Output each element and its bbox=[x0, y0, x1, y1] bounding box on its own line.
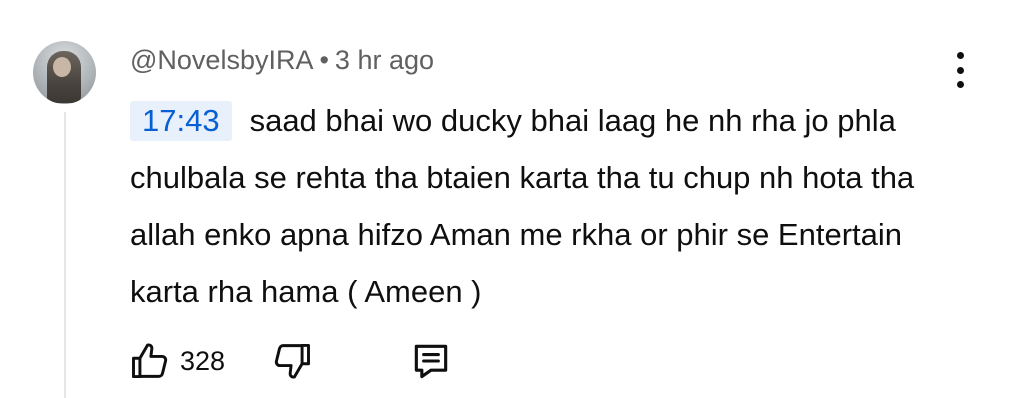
thread-line bbox=[64, 112, 66, 398]
reply-button[interactable] bbox=[409, 339, 453, 383]
avatar[interactable] bbox=[33, 41, 96, 104]
thumbs-down-icon bbox=[274, 343, 311, 379]
more-options-button[interactable] bbox=[954, 52, 966, 88]
like-button[interactable]: 328 bbox=[128, 339, 225, 383]
author-name[interactable]: @NovelsbyIRA bbox=[130, 45, 313, 75]
comment-icon bbox=[414, 344, 448, 379]
comment-body: 17:43 saad bhai wo ducky bhai laag he nh … bbox=[130, 92, 970, 320]
comment-text: saad bhai wo ducky bhai laag he nh rha j… bbox=[130, 103, 915, 309]
comment-header: @NovelsbyIRA • 3 hr ago bbox=[130, 45, 434, 76]
dislike-button[interactable] bbox=[270, 339, 314, 383]
thumbs-up-icon bbox=[132, 343, 168, 379]
comment-time[interactable]: 3 hr ago bbox=[335, 45, 434, 75]
avatar-face bbox=[53, 57, 71, 77]
timestamp-link[interactable]: 17:43 bbox=[130, 101, 232, 141]
more-vertical-icon bbox=[956, 52, 964, 59]
comment-actions: 328 bbox=[128, 336, 453, 386]
separator-dot: • bbox=[319, 45, 329, 75]
like-count: 328 bbox=[180, 345, 226, 376]
